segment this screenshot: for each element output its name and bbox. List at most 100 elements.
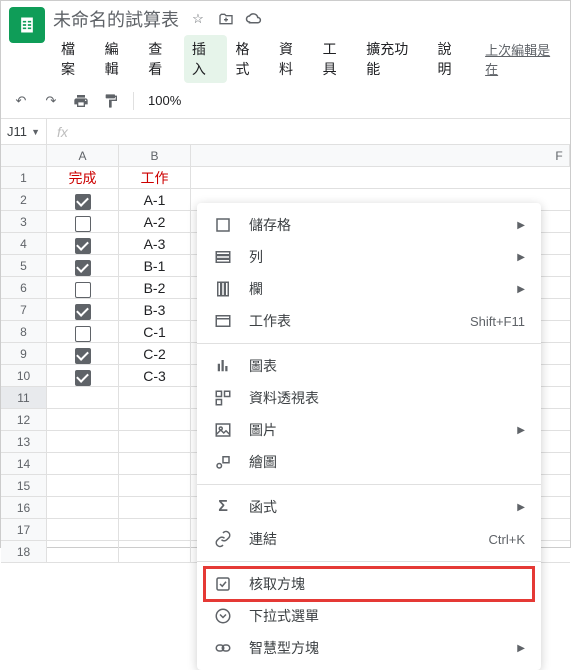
cell[interactable]: [47, 255, 119, 276]
row-header[interactable]: 5: [1, 255, 47, 276]
menu-格式[interactable]: 格式: [227, 35, 271, 83]
row-header[interactable]: 17: [1, 519, 47, 540]
checkbox-cell[interactable]: [75, 304, 91, 320]
cell[interactable]: [47, 277, 119, 298]
cell[interactable]: [47, 233, 119, 254]
cell[interactable]: [119, 475, 191, 496]
column-header-f[interactable]: F: [549, 145, 570, 166]
cell[interactable]: [47, 321, 119, 342]
cell[interactable]: [47, 387, 119, 408]
row-header[interactable]: 13: [1, 431, 47, 452]
cell[interactable]: A-2: [119, 211, 191, 232]
menu-工具[interactable]: 工具: [315, 35, 359, 83]
menu-item-pivot[interactable]: 資料透視表: [197, 382, 541, 414]
row-header[interactable]: 1: [1, 167, 47, 188]
zoom-select[interactable]: 100%: [144, 93, 185, 108]
cell[interactable]: [47, 189, 119, 210]
name-box[interactable]: J11▼: [1, 119, 47, 144]
cell[interactable]: [47, 519, 119, 540]
cell[interactable]: [47, 343, 119, 364]
print-button[interactable]: [69, 89, 93, 113]
cell[interactable]: 工作: [119, 167, 191, 188]
row-header[interactable]: 6: [1, 277, 47, 298]
formula-bar[interactable]: [78, 119, 570, 144]
column-header-b[interactable]: B: [119, 145, 191, 166]
checkbox-cell[interactable]: [75, 216, 91, 232]
cell[interactable]: [47, 211, 119, 232]
cell[interactable]: [47, 453, 119, 474]
menu-檔案[interactable]: 檔案: [53, 35, 97, 83]
cell[interactable]: [47, 541, 119, 562]
checkbox-cell[interactable]: [75, 238, 91, 254]
menu-item-sheet[interactable]: 工作表Shift+F11: [197, 305, 541, 337]
menu-item-function[interactable]: Σ函式▶: [197, 491, 541, 523]
last-edit-link[interactable]: 上次編輯是在: [485, 40, 562, 78]
menu-item-link[interactable]: 連結Ctrl+K: [197, 523, 541, 555]
checkbox-cell[interactable]: [75, 282, 91, 298]
move-icon[interactable]: [217, 10, 235, 28]
cell[interactable]: [47, 299, 119, 320]
cell[interactable]: [119, 453, 191, 474]
menu-item-smartchip[interactable]: 智慧型方塊▶: [197, 632, 541, 664]
checkbox-cell[interactable]: [75, 194, 91, 210]
paintformat-button[interactable]: [99, 89, 123, 113]
row-header[interactable]: 3: [1, 211, 47, 232]
menu-item-dropdown[interactable]: 下拉式選單: [197, 600, 541, 632]
menu-資料[interactable]: 資料: [271, 35, 315, 83]
menu-擴充功能[interactable]: 擴充功能: [358, 35, 429, 83]
spreadsheet-grid[interactable]: A B F 1完成工作2A-13A-24A-35B-16B-27B-38C-19…: [1, 145, 570, 563]
cell[interactable]: C-2: [119, 343, 191, 364]
redo-button[interactable]: ↷: [39, 89, 63, 113]
cell[interactable]: [119, 409, 191, 430]
doc-title[interactable]: 未命名的試算表: [53, 6, 179, 32]
cell[interactable]: C-3: [119, 365, 191, 386]
row-header[interactable]: 16: [1, 497, 47, 518]
menu-插入[interactable]: 插入: [184, 35, 228, 83]
row-header[interactable]: 15: [1, 475, 47, 496]
row-header[interactable]: 7: [1, 299, 47, 320]
cell[interactable]: A-3: [119, 233, 191, 254]
row-header[interactable]: 12: [1, 409, 47, 430]
cell[interactable]: [47, 409, 119, 430]
cell[interactable]: [119, 519, 191, 540]
menu-item-cols[interactable]: 欄▶: [197, 273, 541, 305]
undo-button[interactable]: ↶: [9, 89, 33, 113]
checkbox-cell[interactable]: [75, 326, 91, 342]
menu-item-image[interactable]: 圖片▶: [197, 414, 541, 446]
menu-item-checkbox[interactable]: 核取方塊: [197, 568, 541, 600]
row-header[interactable]: 8: [1, 321, 47, 342]
row-header[interactable]: 14: [1, 453, 47, 474]
select-all-corner[interactable]: [1, 145, 47, 166]
cell[interactable]: [119, 541, 191, 562]
cell[interactable]: [119, 431, 191, 452]
menu-查看[interactable]: 查看: [140, 35, 184, 83]
cell[interactable]: [47, 365, 119, 386]
cell[interactable]: [47, 431, 119, 452]
row-header[interactable]: 4: [1, 233, 47, 254]
row-header[interactable]: 11: [1, 387, 47, 408]
checkbox-cell[interactable]: [75, 370, 91, 386]
cell[interactable]: [119, 497, 191, 518]
menu-item-chart[interactable]: 圖表: [197, 350, 541, 382]
cell[interactable]: A-1: [119, 189, 191, 210]
menu-item-drawing[interactable]: 繪圖: [197, 446, 541, 478]
row-header[interactable]: 2: [1, 189, 47, 210]
row-header[interactable]: 10: [1, 365, 47, 386]
cloud-icon[interactable]: [245, 10, 263, 28]
cell[interactable]: B-3: [119, 299, 191, 320]
row-header[interactable]: 18: [1, 541, 47, 562]
cell[interactable]: [47, 497, 119, 518]
checkbox-cell[interactable]: [75, 260, 91, 276]
cell[interactable]: [47, 475, 119, 496]
cell[interactable]: [119, 387, 191, 408]
column-header-a[interactable]: A: [47, 145, 119, 166]
row-header[interactable]: 9: [1, 343, 47, 364]
cell[interactable]: B-1: [119, 255, 191, 276]
menu-item-cell[interactable]: 儲存格▶: [197, 209, 541, 241]
menu-編輯[interactable]: 編輯: [97, 35, 141, 83]
checkbox-cell[interactable]: [75, 348, 91, 364]
sheets-logo[interactable]: [9, 7, 45, 43]
menu-item-rows[interactable]: 列▶: [197, 241, 541, 273]
cell[interactable]: B-2: [119, 277, 191, 298]
star-icon[interactable]: ☆: [189, 10, 207, 28]
